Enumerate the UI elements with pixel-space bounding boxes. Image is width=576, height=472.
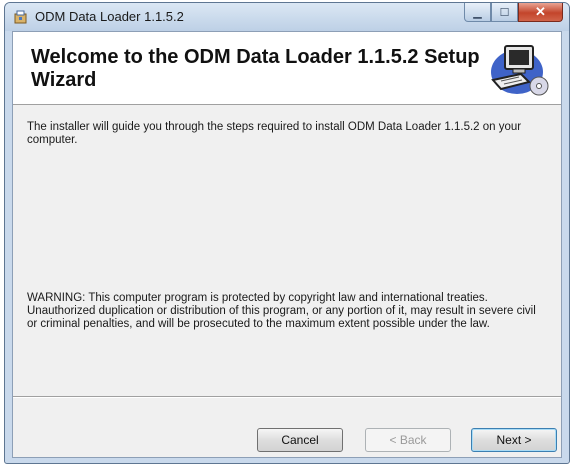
intro-text: The installer will guide you through the… <box>27 121 522 146</box>
close-icon: ✕ <box>535 4 546 19</box>
minimize-button[interactable]: ▁ <box>464 3 491 22</box>
computer-setup-icon <box>491 45 549 96</box>
maximize-icon: ☐ <box>499 6 510 19</box>
wizard-banner: Welcome to the ODM Data Loader 1.1.5.2 S… <box>13 32 561 105</box>
maximize-button[interactable]: ☐ <box>491 3 518 22</box>
wizard-title: Welcome to the ODM Data Loader 1.1.5.2 S… <box>31 46 480 91</box>
cancel-button[interactable]: Cancel <box>257 428 343 452</box>
footer-divider <box>13 396 561 398</box>
close-button[interactable]: ✕ <box>518 3 563 22</box>
title-bar[interactable]: ODM Data Loader 1.1.5.2 ▁ ☐ ✕ <box>5 3 569 31</box>
minimize-icon: ▁ <box>473 6 482 19</box>
back-button[interactable]: < Back <box>365 428 451 452</box>
caption-buttons: ▁ ☐ ✕ <box>464 3 563 23</box>
window-title: ODM Data Loader 1.1.5.2 <box>35 9 184 24</box>
wizard-body: Welcome to the ODM Data Loader 1.1.5.2 S… <box>12 31 562 458</box>
installer-window: ODM Data Loader 1.1.5.2 ▁ ☐ ✕ Welcome to… <box>4 2 570 464</box>
next-button[interactable]: Next > <box>471 428 557 452</box>
copyright-warning: WARNING: This computer program is protec… <box>27 292 536 330</box>
installer-package-icon <box>14 10 27 24</box>
